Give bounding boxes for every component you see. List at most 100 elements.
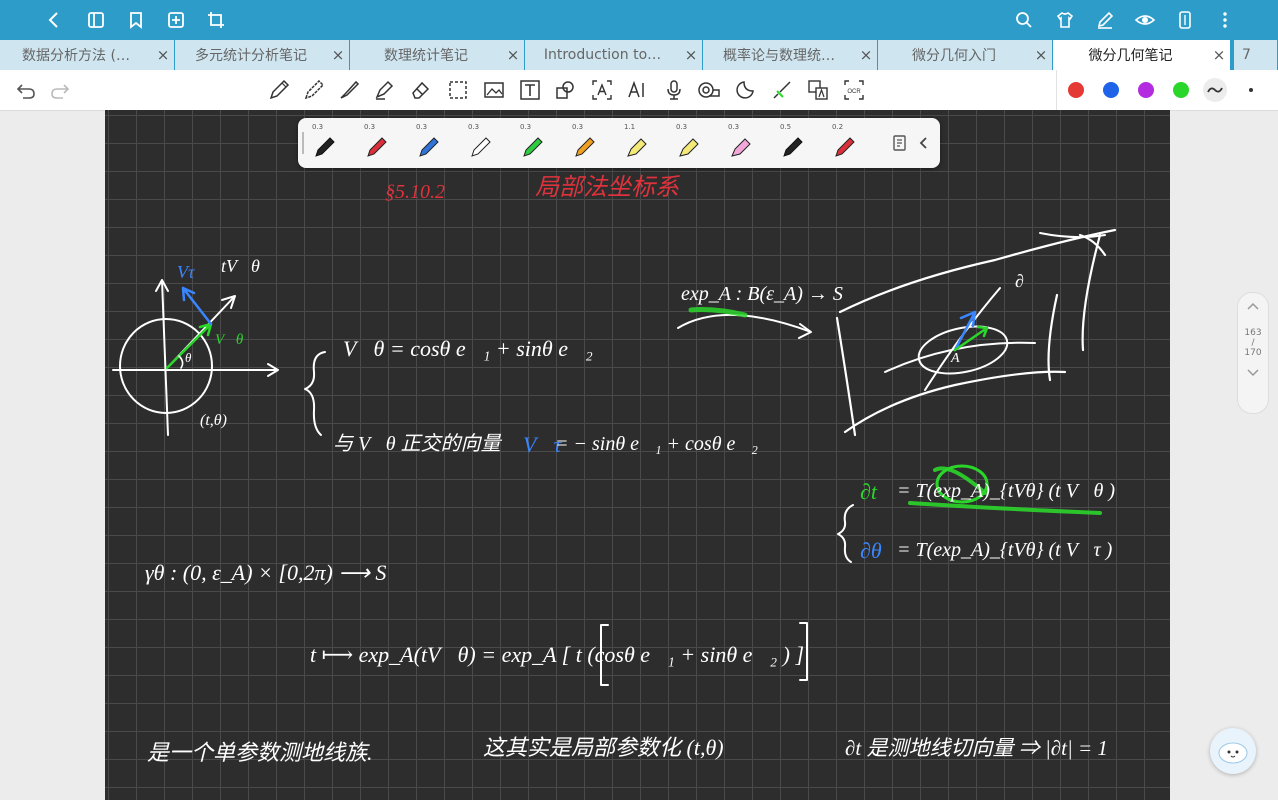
crop-icon[interactable] — [204, 8, 228, 32]
tab-label: Introduction to… — [543, 47, 662, 63]
pen-edit-icon[interactable] — [1093, 8, 1117, 32]
close-icon[interactable]: × — [152, 46, 174, 64]
current-page: 163 — [1244, 328, 1262, 338]
more-vertical-icon[interactable] — [1213, 8, 1237, 32]
exp-map-definition: exp_A : B(ε_A) → S — [681, 283, 843, 305]
ai-tool-icon[interactable] — [626, 78, 650, 102]
tab-label: 数理统计笔记 — [384, 48, 468, 64]
brush-tool-icon[interactable] — [337, 78, 361, 102]
total-pages: 170 — [1244, 348, 1262, 358]
pencil-tool-icon[interactable] — [302, 78, 326, 102]
bookmark-icon[interactable] — [124, 8, 148, 32]
highlighter-tool-icon[interactable] — [372, 78, 396, 102]
close-icon[interactable]: × — [1030, 46, 1052, 64]
label-tvtheta: tV⃗θ — [221, 256, 260, 276]
label-point-a: A — [950, 351, 960, 366]
close-icon[interactable]: × — [327, 46, 349, 64]
pen-icon — [315, 137, 335, 157]
page-up-icon[interactable] — [1238, 301, 1268, 314]
sidebar-icon[interactable] — [84, 8, 108, 32]
undo-icon[interactable] — [14, 78, 38, 102]
partial-t-label: ∂t — [860, 479, 878, 504]
label-t-theta: (t,θ) — [200, 412, 227, 429]
close-icon[interactable]: × — [680, 46, 702, 64]
page-layout-icon[interactable] — [1173, 8, 1197, 32]
tab-diff-geo-notes[interactable]: 微分几何笔记 × — [1053, 40, 1231, 70]
pen-preset-bar: 0.3 0.3 0.3 0.3 0.3 0.3 1.1 0.3 0.3 0.5 … — [298, 118, 940, 168]
pen-icon — [783, 137, 803, 157]
pen-preset-2[interactable]: 0.3 — [350, 118, 402, 168]
pen-icon — [471, 137, 491, 157]
back-icon[interactable] — [42, 8, 66, 32]
pen-settings-icon[interactable] — [890, 133, 910, 153]
highlighter-preset-1[interactable]: 1.1 — [610, 118, 662, 168]
color-swatch-red[interactable] — [1068, 82, 1084, 98]
ocr-icon[interactable]: OCR — [842, 78, 866, 102]
color-swatch-purple[interactable] — [1138, 82, 1154, 98]
text-recognition-icon[interactable] — [590, 78, 614, 102]
shape-tool-icon[interactable] — [553, 78, 577, 102]
tab-strip: 数据分析方法 (… × 多元统计分析笔记 × 数理统计笔记 × Introductio… — [0, 40, 1278, 70]
pen-icon — [523, 137, 543, 157]
tab-data-analysis[interactable]: 数据分析方法 (… × — [0, 40, 175, 70]
text-tool-icon[interactable] — [518, 78, 542, 102]
translate-icon[interactable] — [806, 78, 830, 102]
collapse-chevron-icon[interactable] — [914, 133, 934, 153]
tab-introduction[interactable]: Introduction to… × — [525, 40, 703, 70]
pen-preset-8[interactable]: 0.2 — [818, 118, 870, 168]
pen-width: 0.2 — [832, 123, 844, 131]
stroke-size-dot[interactable] — [1249, 88, 1253, 92]
pen-tool-icon[interactable] — [267, 78, 291, 102]
search-icon[interactable] — [1012, 8, 1036, 32]
close-icon[interactable]: × — [1208, 46, 1230, 64]
stroke-style-icon[interactable] — [1203, 78, 1227, 102]
pen-preset-5[interactable]: 0.3 — [506, 118, 558, 168]
pen-preset-4[interactable]: 0.3 — [454, 118, 506, 168]
eraser-tool-icon[interactable] — [408, 78, 432, 102]
tape-tool-icon[interactable] — [697, 78, 721, 102]
color-swatch-blue[interactable] — [1103, 82, 1119, 98]
pen-width: 0.3 — [676, 123, 688, 131]
tab-label: 7 — [1242, 47, 1251, 63]
page-down-icon[interactable] — [1238, 368, 1268, 381]
tab-label: 多元统计分析笔记 — [195, 48, 307, 64]
close-icon[interactable]: × — [502, 46, 524, 64]
add-page-icon[interactable] — [164, 8, 188, 32]
tab-diff-geo-intro[interactable]: 微分几何入门 × — [878, 40, 1053, 70]
footnote-local-param: 这其实是局部参数化 (t,θ) — [483, 735, 724, 760]
tab-multivariate[interactable]: 多元统计分析笔记 × — [175, 40, 350, 70]
toolbar-divider — [1056, 70, 1057, 110]
tab-more[interactable]: 7 — [1234, 40, 1278, 70]
pen-preset-6[interactable]: 0.3 — [558, 118, 610, 168]
equation-orthogonal-prefix: 与 V⃗θ 正交的向量 — [333, 433, 503, 455]
page-navigator: 163 / 170 — [1237, 292, 1269, 414]
image-tool-icon[interactable] — [482, 78, 506, 102]
page-separator: / — [1251, 338, 1255, 348]
lasso-select-icon[interactable] — [446, 78, 470, 102]
tab-label: 微分几何笔记 — [1088, 48, 1173, 64]
assistant-bubble[interactable] — [1210, 728, 1256, 774]
eye-icon[interactable] — [1133, 8, 1157, 32]
pen-preset-7[interactable]: 0.5 — [766, 118, 818, 168]
microphone-icon[interactable] — [662, 78, 686, 102]
pen-preset-3[interactable]: 0.3 — [402, 118, 454, 168]
tab-math-stats[interactable]: 数理统计笔记 × — [350, 40, 525, 70]
cloud-mascot-icon — [1218, 742, 1248, 764]
color-swatch-green[interactable] — [1173, 82, 1189, 98]
section-number: §5.10.2 — [385, 181, 445, 203]
note-title: 局部法坐标系 — [535, 174, 681, 201]
laser-pointer-icon[interactable] — [770, 78, 794, 102]
tab-probability[interactable]: 概率论与数理统… × — [703, 40, 878, 70]
close-icon[interactable]: × — [855, 46, 877, 64]
theme-shirt-icon[interactable] — [1053, 8, 1077, 32]
sticker-tool-icon[interactable] — [733, 78, 757, 102]
redo-icon[interactable] — [48, 78, 72, 102]
highlighter-preset-2[interactable]: 0.3 — [662, 118, 714, 168]
tab-label: 概率论与数理统… — [723, 48, 835, 64]
pen-icon — [367, 137, 387, 157]
note-canvas[interactable]: §5.10.2 局部法坐标系 Vτ tV⃗θ V⃗θ θ (t,θ) V⃗θ =… — [105, 110, 1170, 800]
highlighter-preset-3[interactable]: 0.3 — [714, 118, 766, 168]
pen-preset-1[interactable]: 0.3 — [298, 118, 350, 168]
label-vtheta-small: V⃗θ — [215, 332, 244, 348]
label-theta: θ — [185, 350, 192, 365]
